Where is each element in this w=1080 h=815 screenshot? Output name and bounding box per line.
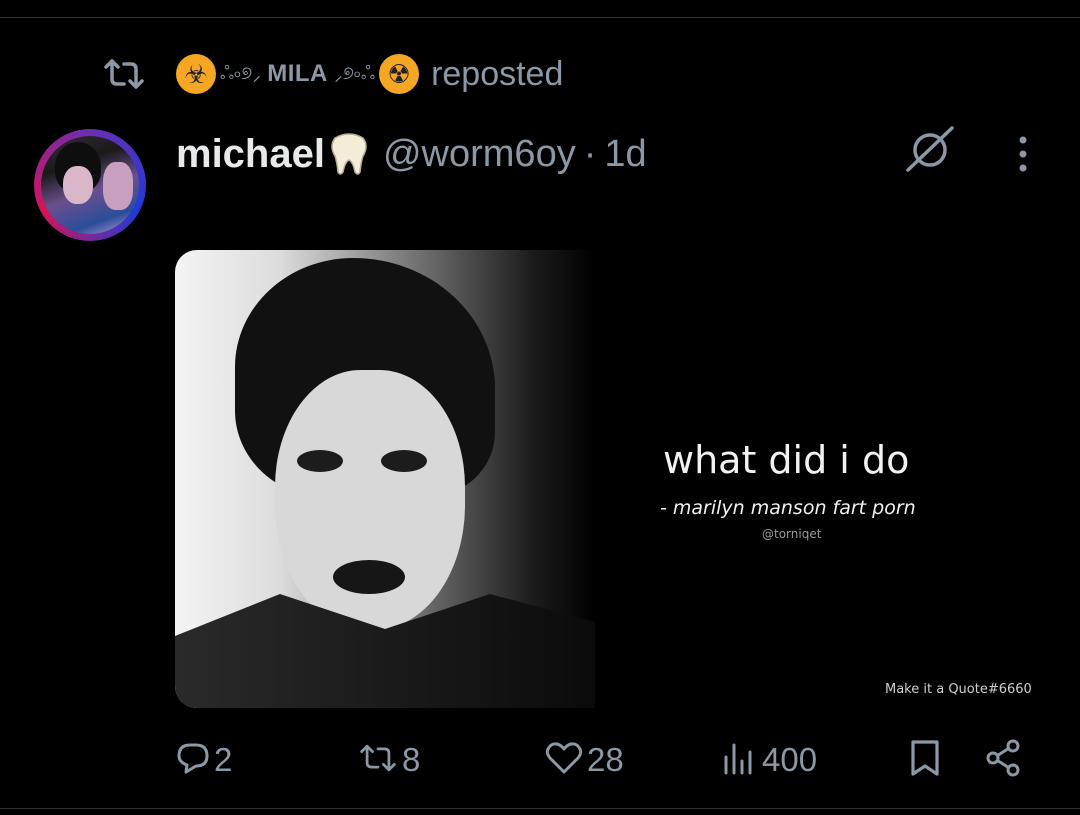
quote-watermark: Make it a Quote#6660 bbox=[885, 682, 1032, 697]
timestamp[interactable]: 1d bbox=[604, 133, 646, 176]
top-divider bbox=[0, 17, 1080, 18]
separator: · bbox=[583, 132, 597, 175]
post-header: michael @worm6oy · 1d bbox=[176, 128, 647, 180]
reply-icon bbox=[176, 741, 210, 780]
repost-count: 8 bbox=[402, 741, 421, 778]
views-icon bbox=[722, 741, 758, 780]
quote-attribution: - marilyn manson fart porn bbox=[660, 497, 916, 519]
views-button[interactable]: 400 bbox=[722, 735, 817, 785]
name-ornament-right: ⸝୭৹ஃ bbox=[333, 62, 376, 84]
post-media[interactable]: what did i do - marilyn manson fart porn… bbox=[175, 250, 1039, 708]
share-icon bbox=[984, 738, 1024, 783]
user-handle[interactable]: @worm6oy bbox=[383, 133, 576, 176]
name-ornament-left: ஃ৹୭⸝ bbox=[220, 62, 262, 84]
more-icon[interactable] bbox=[1008, 134, 1038, 174]
biohazard-icon: ☣ bbox=[176, 54, 216, 94]
repost-label: reposted bbox=[431, 54, 564, 93]
share-button[interactable] bbox=[984, 735, 1024, 785]
bookmark-icon bbox=[908, 738, 942, 783]
tooth-icon bbox=[329, 132, 369, 176]
portrait-photo bbox=[175, 250, 595, 708]
heart-icon bbox=[545, 741, 583, 780]
avatar-photo bbox=[41, 136, 139, 234]
like-count: 28 bbox=[587, 741, 624, 778]
quote-credit: @torniqet bbox=[762, 527, 822, 541]
display-name[interactable]: michael bbox=[176, 132, 325, 177]
quote-text: what did i do bbox=[663, 438, 910, 482]
radioactive-icon: ☢ bbox=[379, 54, 420, 94]
view-count: 400 bbox=[762, 741, 818, 778]
avatar[interactable] bbox=[34, 129, 146, 241]
reply-count: 2 bbox=[214, 741, 233, 778]
grok-icon[interactable] bbox=[902, 122, 958, 178]
repost-button[interactable]: 8 bbox=[358, 735, 420, 785]
repost-context[interactable]: ☣ ஃ৹୭⸝ MILA ⸝୭৹ஃ ☢ reposted bbox=[102, 52, 563, 96]
like-button[interactable]: 28 bbox=[545, 735, 624, 785]
repost-action-icon bbox=[358, 743, 398, 778]
reply-button[interactable]: 2 bbox=[176, 735, 232, 785]
bookmark-button[interactable] bbox=[908, 735, 942, 785]
reposter-name[interactable]: MILA bbox=[267, 60, 328, 88]
repost-icon bbox=[102, 56, 146, 92]
bottom-divider bbox=[0, 808, 1080, 809]
